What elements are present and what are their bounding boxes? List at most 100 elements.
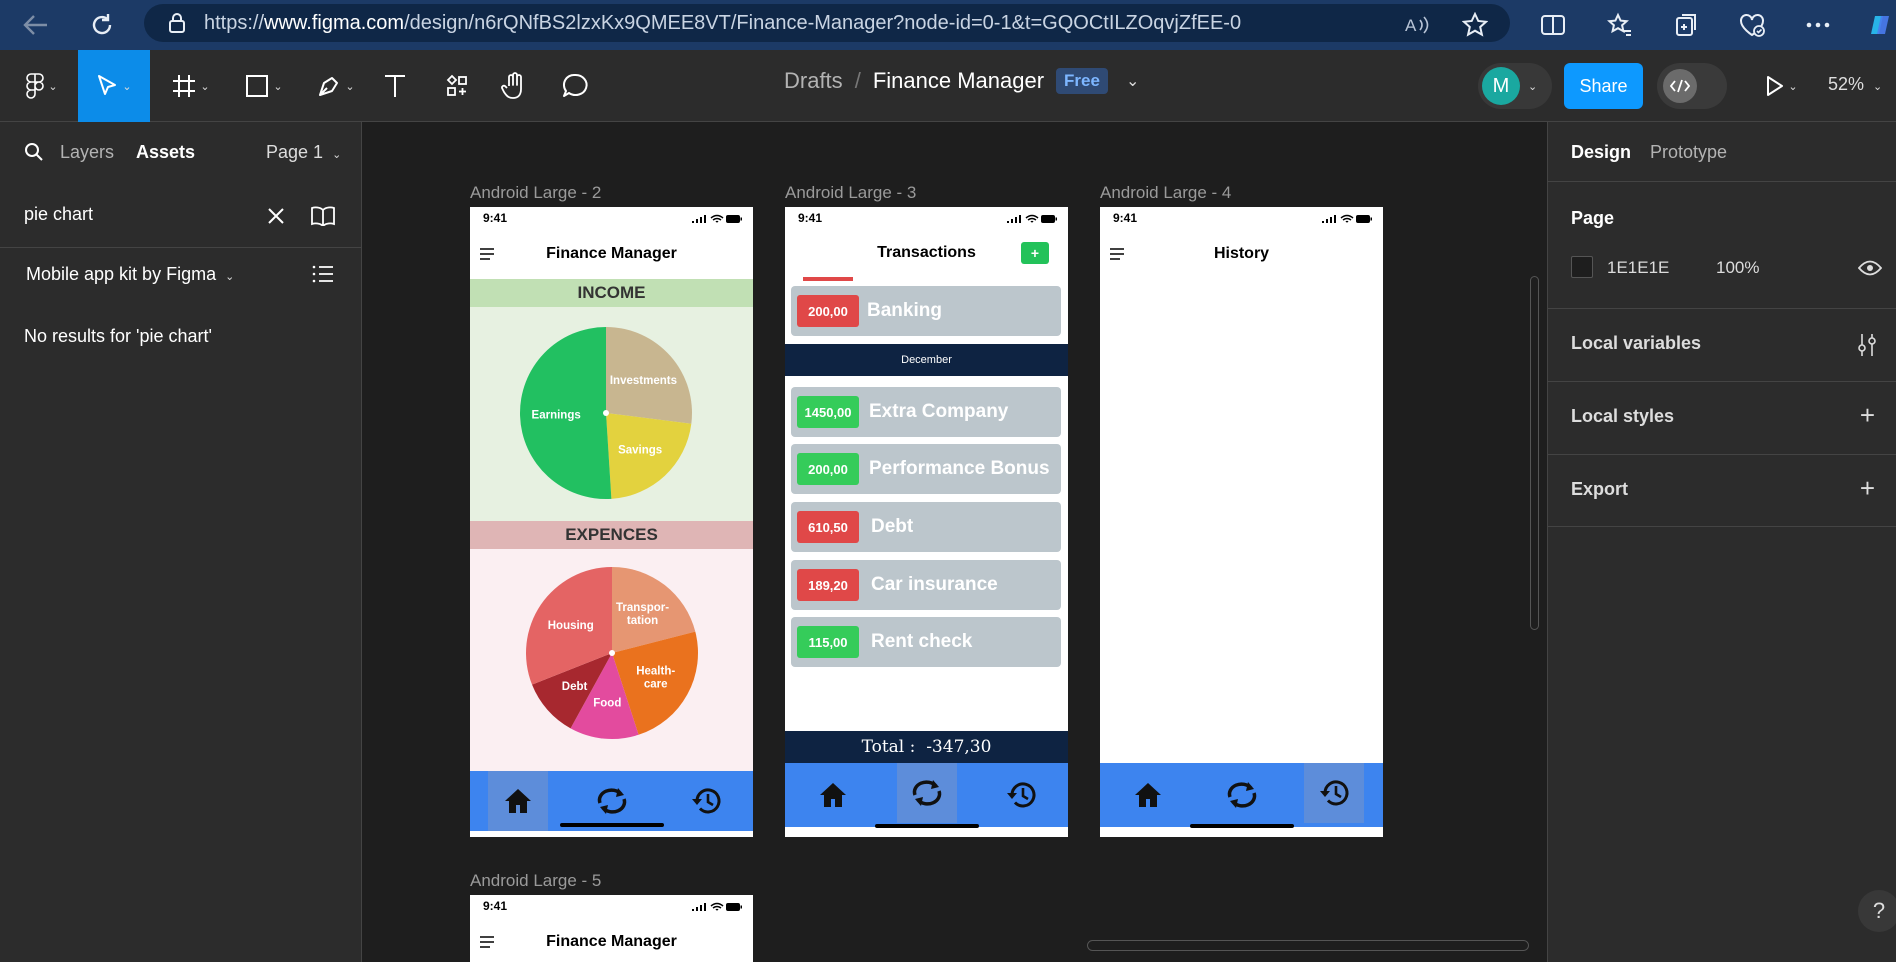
history-clock-icon [690, 786, 722, 816]
chevron-down-icon: ⌄ [1873, 81, 1883, 93]
dev-mode-toggle[interactable] [1657, 63, 1727, 109]
more-options-icon[interactable] [1800, 7, 1836, 43]
frame-android-large-5[interactable]: 9:41 Finance Manager [470, 895, 753, 962]
transaction-row[interactable]: 200,00 Performance Bonus [791, 444, 1061, 494]
collections-icon[interactable] [1669, 7, 1705, 43]
nav-transactions[interactable] [1212, 763, 1272, 827]
transaction-row[interactable]: 200,00 Banking [791, 286, 1061, 336]
app-bar: Finance Manager [470, 917, 753, 962]
add-transaction-button[interactable]: + [1021, 242, 1049, 264]
split-screen-icon[interactable] [1535, 7, 1571, 43]
browser-essentials-icon[interactable] [1734, 7, 1770, 43]
hand-tool[interactable] [497, 50, 531, 122]
back-icon[interactable] [18, 7, 54, 43]
nav-home[interactable] [488, 771, 548, 831]
export-section[interactable]: Export + [1548, 454, 1896, 527]
zoom-level[interactable]: 52% ⌄ [1828, 74, 1882, 95]
copilot-icon[interactable] [1864, 7, 1896, 43]
home-indicator [560, 823, 664, 827]
breadcrumb-drafts[interactable]: Drafts [784, 68, 843, 94]
app-title: Transactions [877, 244, 976, 261]
tab-layers[interactable]: Layers [60, 142, 114, 163]
transaction-row[interactable]: 189,20 Car insurance [791, 560, 1061, 610]
history-clock-icon [1318, 778, 1350, 808]
signal-wifi-battery-icon [1321, 213, 1373, 227]
visibility-eye-icon[interactable] [1858, 260, 1882, 276]
frame-android-large-3[interactable]: 9:41 Transactions + 200,00 Banking Decem… [785, 207, 1068, 837]
vertical-scrollbar[interactable] [1530, 276, 1539, 630]
horizontal-scrollbar[interactable] [1087, 940, 1529, 951]
chevron-down-icon: ⌄ [225, 271, 235, 283]
page-selector[interactable]: Page 1 ⌄ [266, 142, 341, 163]
read-aloud-icon[interactable]: A [1400, 7, 1436, 43]
frame-label[interactable]: Android Large - 4 [1100, 183, 1231, 203]
transaction-row[interactable]: 610,50 Debt [791, 502, 1061, 552]
file-menu-chevron-icon[interactable]: ⌄ [1126, 71, 1139, 91]
transaction-row[interactable]: 115,00 Rent check [791, 617, 1061, 667]
library-selector[interactable]: Mobile app kit by Figma ⌄ [26, 264, 234, 285]
avatar[interactable]: M [1482, 67, 1520, 105]
local-variables-section[interactable]: Local variables [1548, 308, 1896, 381]
nav-home[interactable] [1118, 763, 1178, 827]
breadcrumb: Drafts / Finance Manager Free ⌄ [784, 68, 1139, 94]
frame-label[interactable]: Android Large - 2 [470, 183, 601, 203]
address-bar[interactable]: https://www.figma.com/design/n6rQNfBS2lz… [144, 4, 1510, 42]
list-view-icon[interactable] [312, 264, 334, 284]
text-tool[interactable] [380, 50, 410, 122]
nav-transactions[interactable] [897, 763, 957, 823]
comment-tool[interactable] [558, 50, 592, 122]
nav-home[interactable] [803, 763, 863, 827]
plan-badge[interactable]: Free [1056, 68, 1108, 94]
pen-tool[interactable]: ⌄ [310, 50, 362, 122]
hamburger-menu-icon[interactable] [480, 935, 494, 953]
shape-tool[interactable]: ⌄ [238, 50, 290, 122]
tab-assets[interactable]: Assets [136, 142, 195, 163]
search-icon[interactable] [24, 142, 44, 162]
bg-color-swatch[interactable] [1571, 256, 1593, 278]
frame-tool[interactable]: ⌄ [166, 50, 216, 122]
transactions-list[interactable]: 200,00 Banking December 1450,00 Extra Co… [785, 277, 1068, 737]
favorites-list-icon[interactable] [1602, 7, 1638, 43]
move-tool[interactable]: ⌄ [78, 50, 150, 122]
frame-android-large-4[interactable]: 9:41 History [1100, 207, 1383, 837]
hamburger-menu-icon[interactable] [480, 247, 494, 265]
add-style-plus-icon[interactable]: + [1860, 400, 1875, 431]
canvas[interactable]: Android Large - 2 9:41 Finance Manager I… [363, 122, 1547, 962]
present-button[interactable]: ⌄ [1762, 50, 1802, 122]
nav-history[interactable] [991, 763, 1051, 827]
url-host: www.figma.com [264, 11, 405, 34]
help-button[interactable]: ? [1858, 890, 1896, 932]
main-menu-button[interactable]: ⌄ [14, 50, 70, 122]
nav-history[interactable] [1304, 763, 1364, 823]
page-section-heading: Page [1571, 208, 1615, 228]
right-panel: Design Prototype Page 1E1E1E 100% Local … [1547, 122, 1896, 962]
frame-android-large-2[interactable]: 9:41 Finance Manager INCOME EXPENCES Inv… [470, 207, 753, 837]
transaction-name: Extra Company [869, 401, 1009, 422]
local-styles-section[interactable]: Local styles + [1548, 381, 1896, 454]
lock-icon[interactable] [168, 12, 186, 34]
bg-color-hex[interactable]: 1E1E1E [1607, 258, 1669, 278]
hamburger-menu-icon[interactable] [1110, 247, 1124, 265]
left-panel: Layers Assets Page 1 ⌄ pie chart Mobile … [0, 122, 362, 962]
nav-history[interactable] [676, 771, 736, 831]
share-button[interactable]: Share [1564, 63, 1643, 109]
bg-opacity[interactable]: 100% [1716, 258, 1759, 278]
frame-label[interactable]: Android Large - 5 [470, 871, 601, 891]
file-name[interactable]: Finance Manager [873, 68, 1044, 94]
reload-icon[interactable] [84, 7, 120, 43]
tab-design[interactable]: Design [1571, 142, 1631, 163]
add-export-plus-icon[interactable]: + [1860, 473, 1875, 504]
tab-prototype[interactable]: Prototype [1650, 142, 1727, 163]
nav-transactions[interactable] [582, 771, 642, 831]
expense-heading: EXPENCES [565, 525, 658, 544]
transaction-row[interactable]: 1450,00 Extra Company [791, 387, 1061, 437]
library-book-icon[interactable] [310, 206, 336, 226]
user-menu[interactable]: M ⌄ [1478, 63, 1552, 109]
chevron-down-icon: ⌄ [48, 80, 58, 93]
asset-search-input[interactable]: pie chart [24, 204, 93, 225]
favorite-star-icon[interactable] [1457, 7, 1493, 43]
frame-label[interactable]: Android Large - 3 [785, 183, 916, 203]
resources-tool[interactable] [440, 50, 474, 122]
variables-sliders-icon[interactable] [1857, 333, 1877, 357]
clear-search-close-icon[interactable] [266, 206, 286, 226]
